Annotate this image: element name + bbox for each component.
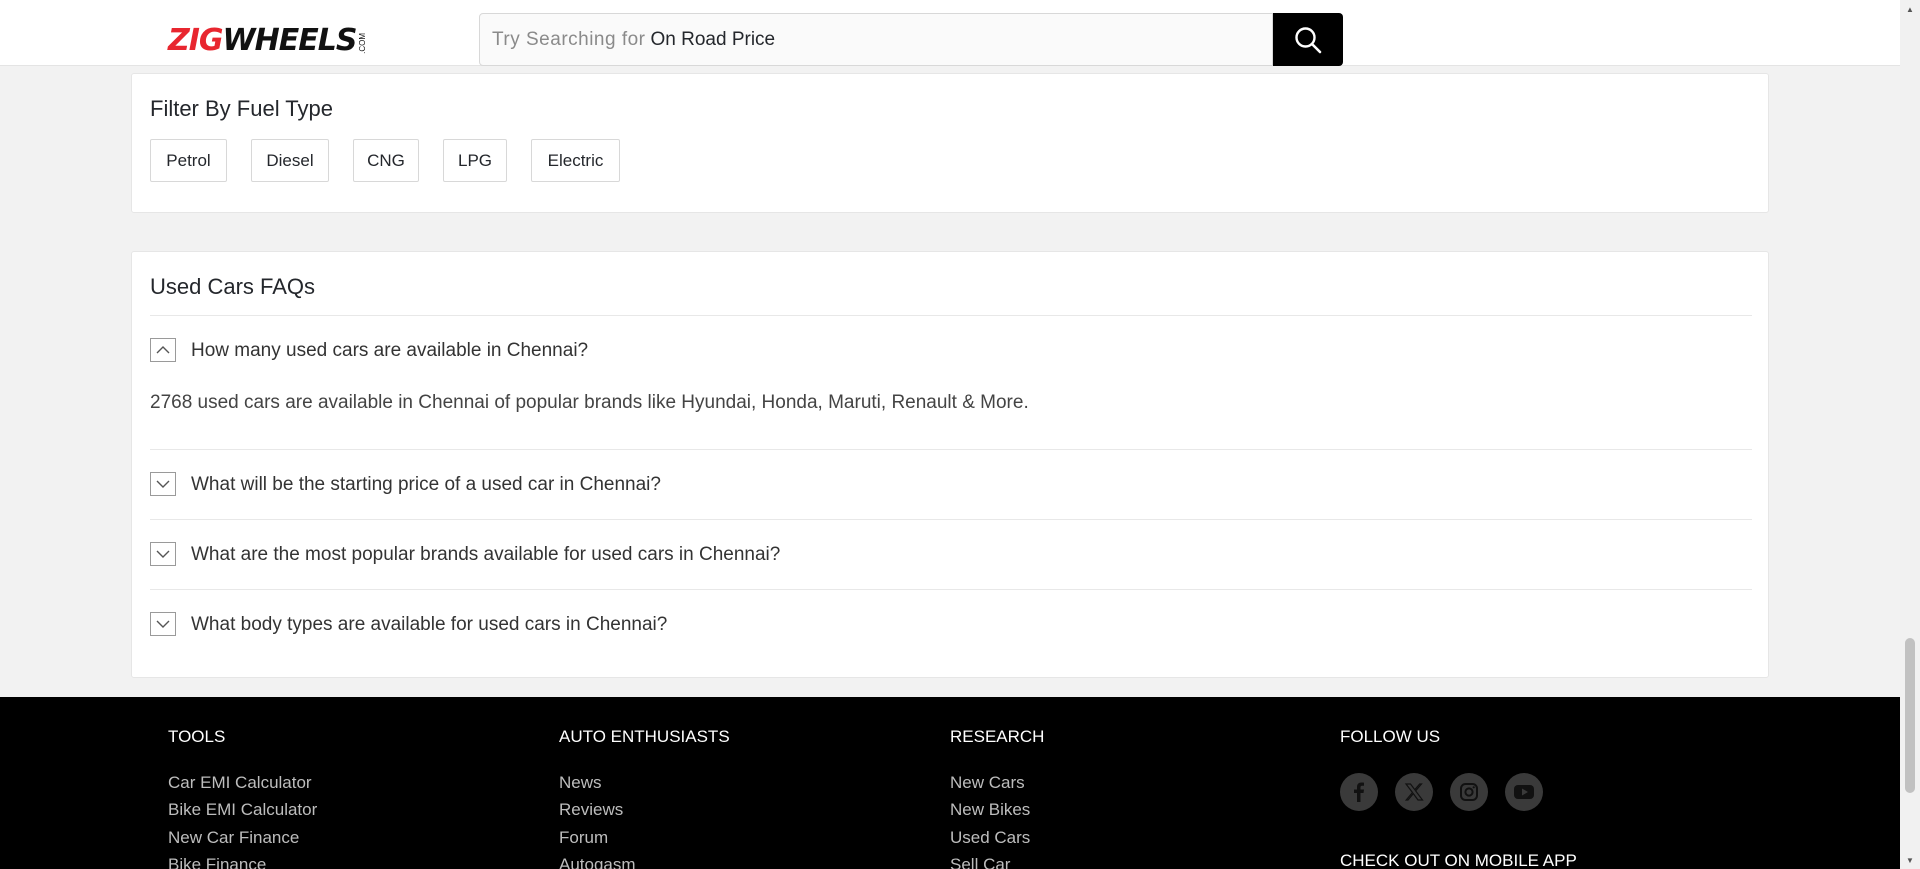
faq-expand-toggle[interactable] [150, 472, 176, 496]
footer-link[interactable]: Forum [559, 828, 608, 848]
footer-link[interactable]: News [559, 773, 602, 793]
scroll-up-arrow-icon[interactable]: ▲ [1905, 4, 1915, 14]
scroll-down-arrow-icon[interactable]: ▼ [1905, 855, 1915, 865]
fuel-filter-title: Filter By Fuel Type [150, 96, 333, 121]
chevron-down-icon [156, 620, 170, 628]
faq-answer: 2768 used cars are available in Chennai … [150, 392, 1029, 413]
chevron-up-icon [156, 346, 170, 354]
logo-wheels-text: WHEELS [222, 23, 358, 58]
site-header: ZIG WHEELS .COM Try Searching for On Roa… [0, 0, 1900, 66]
instagram-icon[interactable] [1450, 773, 1488, 811]
faq-card: Used Cars FAQs How many used cars are av… [131, 251, 1769, 678]
facebook-icon[interactable] [1340, 773, 1378, 811]
footer-link[interactable]: Car EMI Calculator [168, 773, 312, 793]
instagram-glyph [1460, 783, 1478, 801]
faq-collapse-toggle[interactable] [150, 338, 176, 362]
x-twitter-icon[interactable] [1395, 773, 1433, 811]
search-button[interactable] [1273, 13, 1343, 66]
chevron-down-icon [156, 480, 170, 488]
fuel-option-lpg[interactable]: LPG [443, 139, 507, 182]
facebook-glyph [1354, 782, 1364, 802]
footer-link[interactable]: Reviews [559, 800, 623, 820]
footer-link[interactable]: Bike EMI Calculator [168, 800, 317, 820]
search-hint-text: Try Searching for [492, 28, 646, 50]
footer-heading-auto-enthusiasts: AUTO ENTHUSIASTS [559, 727, 730, 746]
faq-item: What are the most popular brands availab… [150, 519, 1752, 589]
footer-link[interactable]: New Cars [950, 773, 1025, 793]
search-suggestion-text: On Road Price [650, 28, 776, 50]
footer-tools-column: TOOLS Car EMI Calculator Bike EMI Calcul… [168, 727, 317, 869]
footer-link[interactable]: Autogasm [559, 855, 636, 869]
footer-link[interactable]: Bike Finance [168, 855, 266, 869]
logo-zig-text: ZIG [168, 23, 224, 58]
footer-auto-enthusiasts-column: AUTO ENTHUSIASTS News Reviews Forum Auto… [559, 727, 730, 869]
faq-question[interactable]: What body types are available for used c… [191, 614, 667, 636]
zigwheels-logo[interactable]: ZIG WHEELS .COM [168, 24, 367, 56]
footer-heading-research: RESEARCH [950, 727, 1045, 746]
fuel-option-diesel[interactable]: Diesel [251, 139, 329, 182]
footer-follow-column: FOLLOW US [1340, 727, 1440, 747]
youtube-icon[interactable] [1505, 773, 1543, 811]
faq-item: What body types are available for used c… [150, 589, 1752, 659]
faq-question[interactable]: What are the most popular brands availab… [191, 544, 780, 566]
fuel-option-electric[interactable]: Electric [531, 139, 620, 182]
fuel-option-cng[interactable]: CNG [353, 139, 419, 182]
page-scrollbar[interactable]: ▲ ▼ [1900, 0, 1920, 869]
faq-expand-toggle[interactable] [150, 542, 176, 566]
footer-link[interactable]: New Bikes [950, 800, 1030, 820]
youtube-glyph [1514, 785, 1534, 799]
scrollbar-thumb[interactable] [1905, 638, 1915, 793]
site-footer: TOOLS Car EMI Calculator Bike EMI Calcul… [0, 697, 1900, 869]
footer-heading-follow-us: FOLLOW US [1340, 727, 1441, 746]
faq-item: How many used cars are available in Chen… [150, 315, 1752, 449]
x-glyph [1404, 783, 1424, 801]
fuel-filter-card: Filter By Fuel Type Petrol Diesel CNG LP… [131, 73, 1769, 213]
footer-heading-tools: TOOLS [168, 727, 226, 746]
footer-link[interactable]: Sell Car [950, 855, 1010, 869]
faq-title: Used Cars FAQs [150, 274, 316, 299]
faq-question[interactable]: How many used cars are available in Chen… [191, 340, 588, 362]
footer-link[interactable]: Used Cars [950, 828, 1030, 848]
faq-expand-toggle[interactable] [150, 612, 176, 636]
chevron-down-icon [156, 550, 170, 558]
footer-research-column: RESEARCH New Cars New Bikes Used Cars Se… [950, 727, 1045, 869]
logo-com-text: .COM [358, 33, 368, 54]
fuel-option-petrol[interactable]: Petrol [150, 139, 227, 182]
faq-question[interactable]: What will be the starting price of a use… [191, 474, 661, 496]
mobile-app-heading: CHECK OUT ON MOBILE APP [1340, 851, 1577, 869]
faq-item: What will be the starting price of a use… [150, 449, 1752, 519]
search-input[interactable]: Try Searching for On Road Price [479, 13, 1273, 66]
footer-link[interactable]: New Car Finance [168, 828, 299, 848]
search-icon [1295, 26, 1322, 53]
